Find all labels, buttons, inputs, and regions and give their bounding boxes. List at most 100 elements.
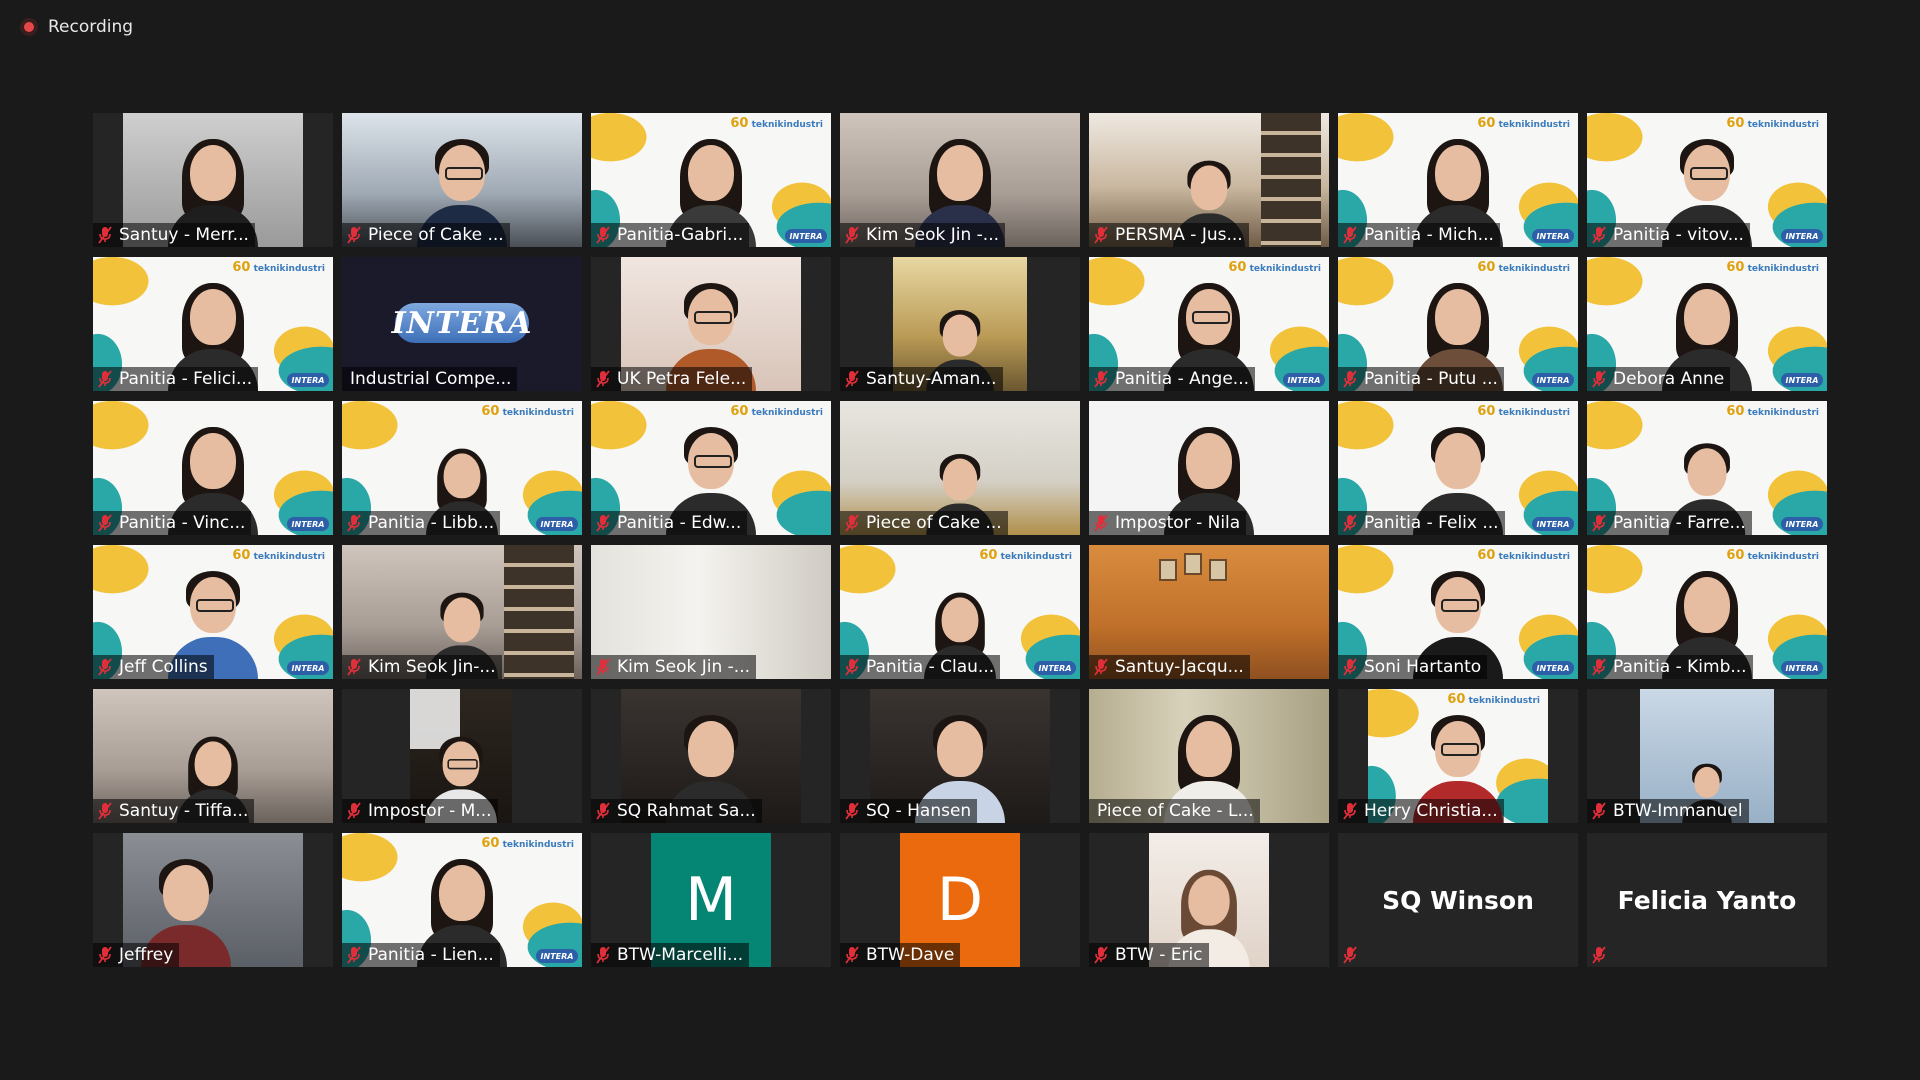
participant-tile[interactable]: BTW - Eric	[1089, 833, 1329, 967]
participant-name-label: Impostor - M...	[342, 799, 498, 823]
participant-name: Panitia - Felici...	[119, 369, 253, 389]
mic-muted-icon	[346, 946, 362, 964]
recording-indicator[interactable]: Recording	[20, 17, 133, 37]
participant-name: Kim Seok Jin -...	[617, 657, 750, 677]
participant-name: Panitia - Felix ...	[1364, 513, 1499, 533]
event-logo: 60 teknikindustri	[481, 404, 574, 419]
intera-badge: INTERA	[1781, 661, 1823, 675]
mic-muted-icon	[97, 946, 113, 964]
participant-tile[interactable]: Santuy-Jacqu...	[1089, 545, 1329, 679]
participant-tile[interactable]: 60 teknikindustri INTERA Panitia - Putu …	[1338, 257, 1578, 391]
bookshelf	[1261, 113, 1321, 247]
participant-tile[interactable]: Piece of Cake ...	[840, 401, 1080, 535]
participant-name: Kim Seok Jin -...	[866, 225, 999, 245]
mic-muted-icon	[97, 802, 113, 820]
mic-muted-icon	[1093, 370, 1109, 388]
participant-tile[interactable]: SQ - Hansen	[840, 689, 1080, 823]
intera-badge: INTERA	[1781, 229, 1823, 243]
event-logo: 60 teknikindustri	[1228, 260, 1321, 275]
participant-name: Debora Anne	[1613, 369, 1725, 389]
participant-name: BTW-Dave	[866, 945, 955, 965]
participant-name-label: Panitia - Putu ...	[1338, 367, 1504, 391]
participant-tile[interactable]: 60 teknikindustri INTERA Panitia - Felic…	[93, 257, 333, 391]
mic-muted-icon	[1591, 514, 1607, 532]
participant-name: Panitia - Vinc...	[119, 513, 246, 533]
participant-name: Impostor - M...	[368, 801, 492, 821]
participant-tile[interactable]: UK Petra Fele...	[591, 257, 831, 391]
participant-name: Panitia - Libb...	[368, 513, 495, 533]
participant-name-label: Panitia - Felici...	[93, 367, 259, 391]
intera-badge: INTERA	[1034, 661, 1076, 675]
intera-badge: INTERA	[1781, 517, 1823, 531]
participant-tile[interactable]: 60 teknikindustri INTERA Panitia - Lien.…	[342, 833, 582, 967]
participant-name-label: Impostor - Nila	[1089, 511, 1247, 535]
intera-badge: INTERA	[287, 373, 329, 387]
participant-name-label: Panitia - Felix ...	[1338, 511, 1505, 535]
participant-name-label: Herry Christia...	[1338, 799, 1504, 823]
participant-tile[interactable]: Jeffrey	[93, 833, 333, 967]
participant-tile[interactable]: SQ Winson	[1338, 833, 1578, 967]
participant-tile[interactable]: INTERA Panitia - Vinc...	[93, 401, 333, 535]
participant-tile[interactable]: Kim Seok Jin-...	[342, 545, 582, 679]
participant-tile[interactable]: Kim Seok Jin -...	[591, 545, 831, 679]
participant-tile[interactable]: 60 teknikindustri INTERA Panitia-Gabri..…	[591, 113, 831, 247]
participant-tile[interactable]: Santuy-Aman...	[840, 257, 1080, 391]
participant-tile[interactable]: Piece of Cake ...	[342, 113, 582, 247]
mic-muted-icon	[346, 514, 362, 532]
participant-tile[interactable]: 60 teknikindustri INTERA Jeff Collins	[93, 545, 333, 679]
participant-name: Panitia - Clau...	[866, 657, 995, 677]
participant-name: Jeffrey	[119, 945, 174, 965]
participant-tile[interactable]: 60 teknikindustri INTERA Debora Anne	[1587, 257, 1827, 391]
participant-tile[interactable]: Kim Seok Jin -...	[840, 113, 1080, 247]
participant-name-label: Kim Seok Jin -...	[840, 223, 1005, 247]
recording-dot-icon	[20, 18, 38, 36]
participant-tile[interactable]: 60 teknikindustri Herry Christia...	[1338, 689, 1578, 823]
event-logo: 60 teknikindustri	[1726, 404, 1819, 419]
participant-tile[interactable]: SQ Rahmat Sa...	[591, 689, 831, 823]
participant-tile[interactable]: INTERA Industrial Compe...	[342, 257, 582, 391]
mic-muted-icon	[1093, 946, 1109, 964]
participant-name-label: Panitia - vitov...	[1587, 223, 1750, 247]
event-logo: 60 teknikindustri	[1726, 116, 1819, 131]
participant-tile[interactable]: PERSMA - Jus...	[1089, 113, 1329, 247]
participant-tile[interactable]: Impostor - Nila	[1089, 401, 1329, 535]
participant-tile[interactable]: 60 teknikindustri INTERA Panitia - Clau.…	[840, 545, 1080, 679]
participant-tile[interactable]: Santuy - Merr...	[93, 113, 333, 247]
participant-tile[interactable]: 60 teknikindustri INTERA Panitia - vitov…	[1587, 113, 1827, 247]
participant-tile[interactable]: 60 teknikindustri INTERA Panitia - Libb.…	[342, 401, 582, 535]
participant-tile[interactable]: D BTW-Dave	[840, 833, 1080, 967]
participant-tile[interactable]: Santuy - Tiffa...	[93, 689, 333, 823]
mic-muted-icon	[844, 370, 860, 388]
participant-tile[interactable]: 60 teknikindustri INTERA Soni Hartanto	[1338, 545, 1578, 679]
participant-tile[interactable]: Impostor - M...	[342, 689, 582, 823]
participant-tile[interactable]: 60 teknikindustri INTERA Panitia - Felix…	[1338, 401, 1578, 535]
participant-name-label: Santuy - Merr...	[93, 223, 255, 247]
participant-tile[interactable]: 60 teknikindustri INTERA Panitia - Ange.…	[1089, 257, 1329, 391]
participant-display-name: SQ Winson	[1382, 885, 1534, 915]
participant-tile[interactable]: 60 teknikindustri INTERA Panitia - Farre…	[1587, 401, 1827, 535]
participant-name: Soni Hartanto	[1364, 657, 1482, 677]
event-logo: 60 teknikindustri	[232, 548, 325, 563]
event-logo: 60 teknikindustri	[1726, 260, 1819, 275]
participant-tile[interactable]: 60 teknikindustri INTERA Panitia - Kimb.…	[1587, 545, 1827, 679]
participant-tile[interactable]: BTW-Immanuel	[1587, 689, 1827, 823]
participant-tile[interactable]: Piece of Cake - L...	[1089, 689, 1329, 823]
mic-muted-icon	[97, 658, 113, 676]
mic-muted-icon	[1591, 226, 1607, 244]
mic-muted-icon	[97, 514, 113, 532]
mic-muted-icon	[595, 946, 611, 964]
participant-name: Panitia - Lien...	[368, 945, 494, 965]
intera-logo: INTERA	[392, 303, 531, 343]
participant-tile[interactable]: 60 teknikindustri Panitia - Edw...	[591, 401, 831, 535]
participant-name-label: Santuy - Tiffa...	[93, 799, 255, 823]
participant-name-label: Jeffrey	[93, 943, 180, 967]
mic-muted-icon	[1093, 514, 1109, 532]
participant-name: Panitia - Putu ...	[1364, 369, 1498, 389]
participant-tile[interactable]: M BTW-Marcelli...	[591, 833, 831, 967]
participant-name-label: Kim Seok Jin-...	[342, 655, 502, 679]
mic-muted-icon	[97, 226, 113, 244]
event-logo: 60 teknikindustri	[1477, 260, 1570, 275]
participant-name: Herry Christia...	[1364, 801, 1498, 821]
participant-tile[interactable]: 60 teknikindustri INTERA Panitia - Mich.…	[1338, 113, 1578, 247]
participant-tile[interactable]: Felicia Yanto	[1587, 833, 1827, 967]
